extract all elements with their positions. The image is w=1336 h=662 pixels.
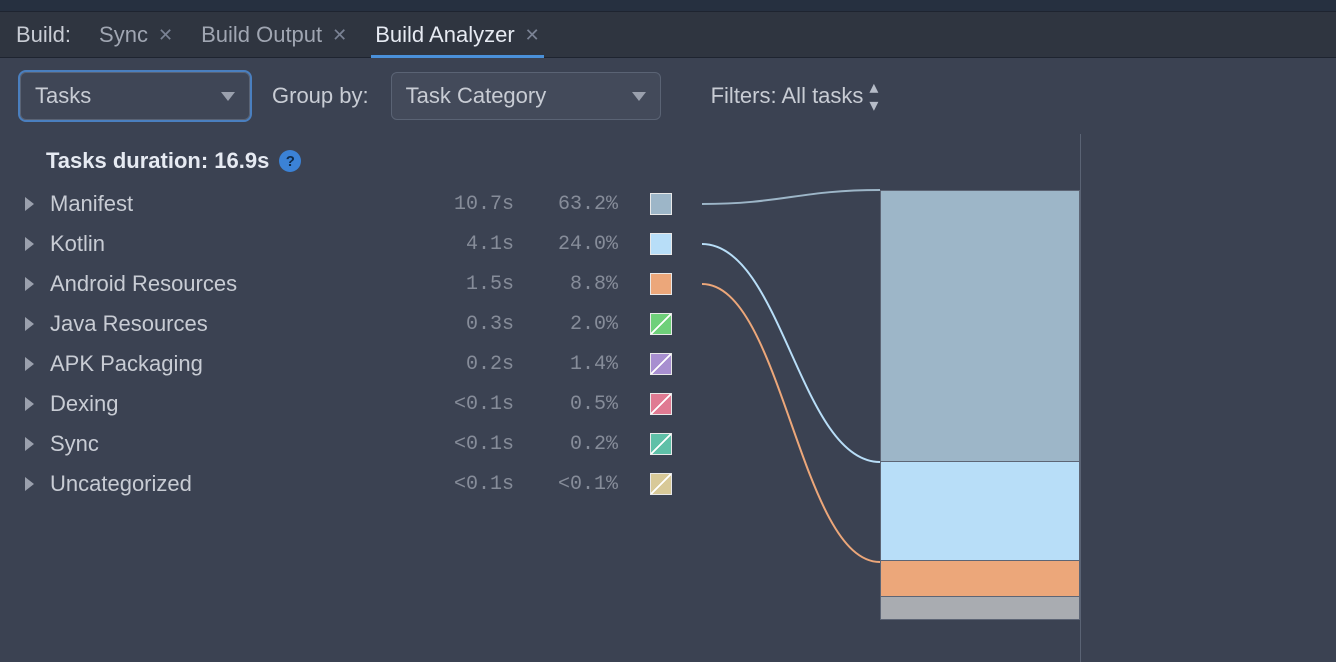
chevron-right-icon[interactable] bbox=[22, 397, 36, 411]
chevron-right-icon[interactable] bbox=[22, 477, 36, 491]
category-percent: 8.8% bbox=[528, 273, 618, 296]
detail-panel bbox=[1080, 134, 1336, 662]
color-swatch bbox=[650, 393, 672, 415]
color-swatch bbox=[650, 353, 672, 375]
dropdown-value: Task Category bbox=[406, 83, 547, 109]
category-name: Dexing bbox=[50, 391, 410, 417]
tab-label: Sync bbox=[99, 22, 148, 48]
category-duration: 0.3s bbox=[424, 313, 514, 336]
color-swatch bbox=[650, 433, 672, 455]
category-name: Android Resources bbox=[50, 271, 410, 297]
stack-segment bbox=[881, 561, 1079, 597]
chevron-right-icon[interactable] bbox=[22, 317, 36, 331]
close-icon[interactable]: ✕ bbox=[332, 26, 347, 44]
chevron-down-icon bbox=[632, 92, 646, 101]
tab-build-output[interactable]: Build Output ✕ bbox=[201, 12, 347, 57]
category-duration: 1.5s bbox=[424, 273, 514, 296]
category-percent: 0.2% bbox=[528, 433, 618, 456]
view-dropdown[interactable]: Tasks bbox=[20, 72, 250, 120]
chevron-right-icon[interactable] bbox=[22, 277, 36, 291]
stack-segment bbox=[881, 191, 1079, 462]
chevron-right-icon[interactable] bbox=[22, 197, 36, 211]
category-name: APK Packaging bbox=[50, 351, 410, 377]
stacked-bar-chart bbox=[880, 190, 1080, 620]
category-percent: 63.2% bbox=[528, 193, 618, 216]
color-swatch bbox=[650, 473, 672, 495]
tasks-duration-heading: Tasks duration: 16.9s bbox=[46, 148, 269, 174]
category-duration: <0.1s bbox=[424, 473, 514, 496]
chevron-right-icon[interactable] bbox=[22, 357, 36, 371]
color-swatch bbox=[650, 273, 672, 295]
close-icon[interactable]: ✕ bbox=[158, 26, 173, 44]
category-name: Kotlin bbox=[50, 231, 410, 257]
color-swatch bbox=[650, 233, 672, 255]
tab-build-analyzer[interactable]: Build Analyzer ✕ bbox=[375, 12, 540, 57]
sort-icon: ▴▾ bbox=[869, 78, 878, 114]
group-by-label: Group by: bbox=[272, 83, 369, 109]
tab-sync[interactable]: Sync ✕ bbox=[99, 12, 173, 57]
category-duration: <0.1s bbox=[424, 433, 514, 456]
dropdown-value: Tasks bbox=[35, 83, 91, 109]
chevron-right-icon[interactable] bbox=[22, 237, 36, 251]
category-duration: 0.2s bbox=[424, 353, 514, 376]
chevron-right-icon[interactable] bbox=[22, 437, 36, 451]
tabbar-label: Build: bbox=[16, 22, 71, 48]
stack-segment bbox=[881, 597, 1079, 619]
chevron-down-icon bbox=[221, 92, 235, 101]
category-name: Java Resources bbox=[50, 311, 410, 337]
category-duration: <0.1s bbox=[424, 393, 514, 416]
category-percent: 0.5% bbox=[528, 393, 618, 416]
color-swatch bbox=[650, 193, 672, 215]
category-name: Sync bbox=[50, 431, 410, 457]
group-by-dropdown[interactable]: Task Category bbox=[391, 72, 661, 120]
category-name: Uncategorized bbox=[50, 471, 410, 497]
tasks-panel: Tasks duration: 16.9s ? Manifest 10.7s 63.… bbox=[0, 134, 1080, 662]
tab-label: Build Output bbox=[201, 22, 322, 48]
category-duration: 10.7s bbox=[424, 193, 514, 216]
filters-dropdown[interactable]: Filters: All tasks ▴▾ bbox=[711, 78, 879, 114]
build-tabbar: Build: Sync ✕ Build Output ✕ Build Analy… bbox=[0, 12, 1336, 58]
window-top-band bbox=[0, 0, 1336, 12]
category-percent: 2.0% bbox=[528, 313, 618, 336]
category-percent: 24.0% bbox=[528, 233, 618, 256]
category-name: Manifest bbox=[50, 191, 410, 217]
analyzer-toolbar: Tasks Group by: Task Category Filters: A… bbox=[0, 58, 1336, 134]
category-percent: <0.1% bbox=[528, 473, 618, 496]
category-duration: 4.1s bbox=[424, 233, 514, 256]
color-swatch bbox=[650, 313, 672, 335]
tab-label: Build Analyzer bbox=[375, 22, 514, 48]
stack-segment bbox=[881, 462, 1079, 562]
close-icon[interactable]: ✕ bbox=[525, 26, 540, 44]
category-percent: 1.4% bbox=[528, 353, 618, 376]
help-icon[interactable]: ? bbox=[279, 150, 301, 172]
filters-label: Filters: All tasks bbox=[711, 83, 864, 109]
